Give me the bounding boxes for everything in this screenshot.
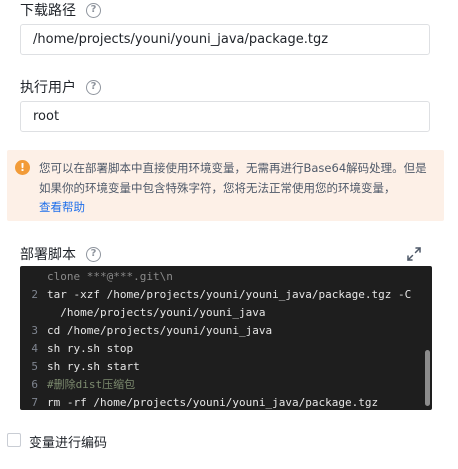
exclamation-circle-icon: ! — [15, 160, 30, 175]
download-path-label-row: 下载路径 ? — [20, 0, 101, 20]
line-number: 7 — [31, 396, 38, 409]
code-text: sh ry.sh stop — [47, 342, 134, 355]
deploy-script-label: 部署脚本 — [20, 247, 76, 263]
code-text: #删除dist压缩包 — [47, 378, 136, 391]
code-text: rm -rf /home/projects/youni/youni_java/p… — [47, 396, 379, 409]
line-number: 2 — [31, 288, 38, 301]
notice-text: 您可以在部署脚本中直接使用环境变量，无需再进行Base64解码处理。但是如果你的… — [39, 159, 437, 218]
line-number: 3 — [31, 324, 38, 337]
question-circle-icon[interactable]: ? — [86, 246, 101, 262]
code-text: clone ***@***.git\n — [47, 270, 173, 283]
exec-user-label: 执行用户 — [20, 80, 76, 96]
deploy-script-editor[interactable]: clone ***@***.git\n 2 tar -xzf /home/proje… — [20, 266, 432, 410]
exec-user-value: root — [33, 109, 60, 124]
exec-user-label-row: 执行用户 ? — [20, 77, 101, 97]
help-link[interactable]: 查看帮助 — [39, 200, 85, 214]
download-path-value: /home/projects/youni/youni_java/package.… — [33, 32, 329, 47]
deploy-script-label-row: 部署脚本 ? — [20, 244, 101, 264]
exec-user-input[interactable]: root — [20, 101, 430, 132]
question-circle-icon[interactable]: ? — [86, 79, 101, 95]
line-number: 5 — [31, 360, 38, 373]
notice-message: 您可以在部署脚本中直接使用环境变量，无需再进行Base64解码处理。但是如果你的… — [39, 161, 427, 195]
code-text: cd /home/projects/youni/youni_java — [47, 324, 273, 337]
code-text: sh ry.sh start — [47, 360, 140, 373]
line-number: 6 — [31, 378, 38, 391]
encode-variables-label: 变量进行编码 — [29, 436, 108, 451]
encode-variables-checkbox[interactable] — [7, 433, 21, 447]
editor-scrollbar[interactable] — [425, 350, 430, 406]
line-number: 4 — [31, 342, 38, 355]
download-path-label: 下载路径 — [20, 3, 76, 19]
expand-arrows-icon[interactable] — [406, 246, 422, 262]
code-text: /home/projects/youni/youni_java — [47, 306, 266, 319]
code-text: tar -xzf /home/projects/youni/youni_java… — [47, 288, 412, 301]
download-path-input[interactable]: /home/projects/youni/youni_java/package.… — [20, 24, 430, 55]
question-circle-icon[interactable]: ? — [86, 2, 101, 18]
env-variable-notice: ! 您可以在部署脚本中直接使用环境变量，无需再进行Base64解码处理。但是如果… — [7, 150, 444, 221]
